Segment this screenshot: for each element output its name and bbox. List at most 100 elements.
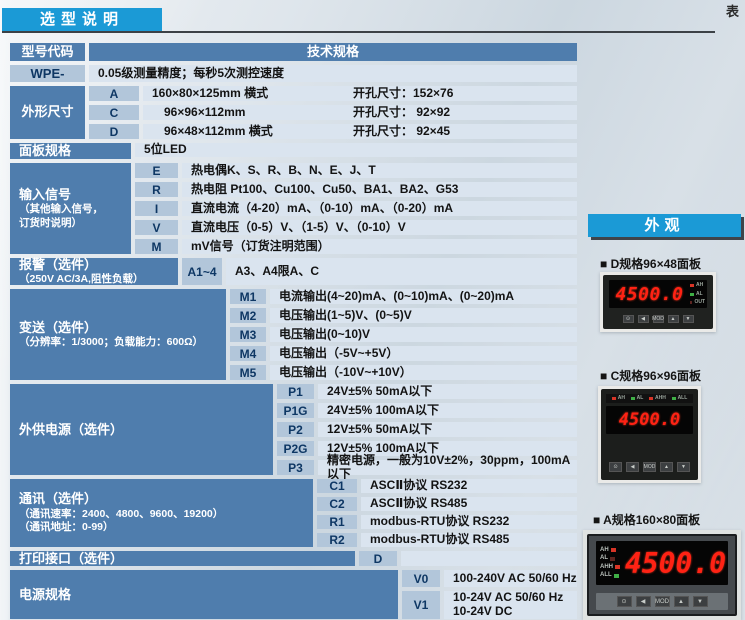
table-row: M2 电压输出(1~5)V、(0~5)V (230, 308, 577, 323)
option-spec: 24V±5% 50mA以下 (318, 384, 577, 399)
power-button-icon: ⊙ (623, 315, 634, 323)
option-spec: modbus-RTU协议 RS485 (361, 533, 577, 547)
panel-a-photo: AH AL AHH ALL 4500.0 ⊙ ◀ MOD ▲ ▼ (583, 530, 741, 620)
option-spec (401, 551, 577, 566)
panel-c-photo: AH AL AHH ALL 4500.0 ⊙ ◀ MOD ▲ ▼ (598, 386, 701, 483)
table-row: C1 ASCⅡ协议 RS232 (317, 479, 577, 493)
option-spec: 热电偶K、S、R、B、N、E、J、T (182, 163, 577, 178)
meter-c-display: 4500.0 (606, 406, 693, 434)
meter-c-indicators: AH AL AHH ALL (606, 394, 693, 403)
option-spec: 精密电源，一般为10V±2%，30ppm，100mA以下 (318, 460, 577, 475)
option-code: A1~4 (182, 258, 222, 285)
model-code: WPE- (10, 65, 85, 82)
meter-d-readout: 4500.0 (609, 284, 690, 305)
power-button-icon: ⊙ (617, 596, 632, 607)
left-button-icon: ◀ (638, 315, 649, 323)
indicator-lamp: AH (690, 283, 705, 288)
option-spec: modbus-RTU协议 RS232 (361, 515, 577, 529)
option-code: D (359, 551, 397, 566)
section-label-sub: （250V AC/3A,阻性负载） (19, 273, 178, 287)
left-button-icon: ◀ (626, 462, 639, 472)
table-row: D 96×48×112mm 横式 开孔尺寸： 92×45 (89, 124, 577, 139)
indicator-lamp: AH (612, 396, 625, 401)
power-button-icon: ⊙ (609, 462, 622, 472)
indicator-lamp: ALL (600, 573, 623, 578)
table-row: P2 12V±5% 50mA以下 (277, 422, 577, 437)
table-row: D (359, 551, 577, 566)
section-label: 面板规格 (10, 143, 131, 159)
page-title: 选型说明 (2, 8, 162, 31)
indicator-lamp: AL (600, 556, 623, 561)
section-dimensions: 外形尺寸 A 160×80×125mm 横式 开孔尺寸：152×76 C 96×… (10, 86, 577, 139)
option-code: A (89, 86, 139, 101)
table-row: A1~4 A3、A4限A、C (182, 258, 577, 285)
page-corner-text: 表 (726, 1, 739, 20)
indicator-lamp: ALL (672, 396, 688, 401)
mode-button: MOD (653, 315, 664, 323)
indicator-lamp: AHH (600, 565, 623, 570)
meter-a-readout: 4500.0 (623, 547, 728, 580)
option-code: P1 (277, 384, 314, 399)
cutout-text: 开孔尺寸： 92×45 (353, 125, 450, 139)
section-label-sub: （通讯地址：0-99） (19, 521, 313, 535)
table-row: M4 电压输出（-5V~+5V） (230, 346, 577, 361)
option-spec: 热电阻 Pt100、Cu100、Cu50、BA1、BA2、G53 (182, 182, 577, 197)
table-row: M3 电压输出(0~10)V (230, 327, 577, 342)
section-label-main: 通讯（选件） (19, 491, 313, 507)
indicator-lamp: AH (600, 548, 623, 553)
option-spec: 24V±5% 100mA以下 (318, 403, 577, 418)
option-code: M2 (230, 308, 266, 323)
meter-c-buttons: ⊙ ◀ MOD ▲ ▼ (606, 460, 693, 474)
section-power-spec: 电源规格 V0 100-240V AC 50/60 Hz V1 10-24V A… (10, 570, 577, 619)
section-label-main: 报警（选件） (19, 257, 178, 273)
table-row: 5位LED (135, 143, 577, 157)
option-code: I (135, 201, 178, 216)
option-spec: 直流电压（0-5）V、（1-5）V、（0-10）V (182, 220, 577, 235)
cutout-text: 开孔尺寸：152×76 (353, 87, 453, 101)
table-row: I 直流电流（4-20）mA、（0-10）mA、（0-20）mA (135, 201, 577, 216)
section-external-power: 外供电源（选件） P1 24V±5% 50mA以下 P1G 24V±5% 100… (10, 384, 577, 475)
table-row: P1G 24V±5% 100mA以下 (277, 403, 577, 418)
option-code: C1 (317, 479, 357, 493)
panel-c-label: ■ C规格96×96面板 (600, 367, 701, 384)
section-label-sub: （其他输入信号， (19, 203, 131, 217)
section-label: 输入信号 （其他输入信号， 订货时说明） (10, 163, 131, 254)
section-label: 电源规格 (10, 570, 398, 619)
model-row: WPE- 0.05级测量精度；每秒5次测控速度 (10, 65, 577, 82)
option-code: C2 (317, 497, 357, 511)
option-spec: ASCⅡ协议 RS485 (361, 497, 577, 511)
indicator-lamp: OUT (690, 300, 705, 305)
panel-d-photo: 4500.0 AH AL OUT ⊙ ◀ MOD ▲ ▼ (600, 272, 716, 332)
up-button-icon: ▲ (660, 462, 673, 472)
option-code: C (89, 105, 139, 120)
meter-d-buttons: ⊙ ◀ MOD ▲ ▼ (609, 313, 707, 325)
section-label: 打印接口（选件） (10, 551, 355, 566)
option-code: M5 (230, 365, 266, 380)
option-spec: ASCⅡ协议 RS232 (361, 479, 577, 493)
meter-c: AH AL AHH ALL 4500.0 ⊙ ◀ MOD ▲ ▼ (601, 389, 698, 480)
option-spec: 电压输出（-10V~+10V） (270, 365, 577, 380)
column-header-model: 型号代码 (10, 43, 85, 61)
dimension-text: 160×80×125mm 横式 (152, 87, 353, 101)
section-label-sub: （分辨率：1/3000；负载能力：600Ω） (19, 336, 226, 350)
down-button-icon: ▼ (683, 315, 694, 323)
option-spec: 10-24V AC 50/60 Hz 10-24V DC (444, 591, 577, 619)
dimension-text: 96×48×112mm 横式 (152, 125, 353, 139)
table-row: C2 ASCⅡ协议 RS485 (317, 497, 577, 511)
table-row: C 96×96×112mm 开孔尺寸： 92×92 (89, 105, 577, 120)
option-code: M4 (230, 346, 266, 361)
option-code: V (135, 220, 178, 235)
section-label-sub: （通讯速率：2400、4800、9600、19200） (19, 508, 313, 522)
section-label: 报警（选件） （250V AC/3A,阻性负载） (10, 258, 178, 285)
section-label-main: 输入信号 (19, 187, 131, 203)
option-spec: 96×96×112mm 开孔尺寸： 92×92 (143, 105, 577, 120)
cutout-text: 开孔尺寸： 92×92 (353, 106, 450, 120)
left-button-icon: ◀ (636, 596, 651, 607)
panel-d-label: ■ D规格96×48面板 (600, 255, 701, 272)
option-code: R2 (317, 533, 357, 547)
option-spec: 电压输出（-5V~+5V） (270, 346, 577, 361)
up-button-icon: ▲ (668, 315, 679, 323)
table-row: A 160×80×125mm 横式 开孔尺寸：152×76 (89, 86, 577, 101)
down-button-icon: ▼ (693, 596, 708, 607)
option-spec: 100-240V AC 50/60 Hz (444, 570, 577, 587)
